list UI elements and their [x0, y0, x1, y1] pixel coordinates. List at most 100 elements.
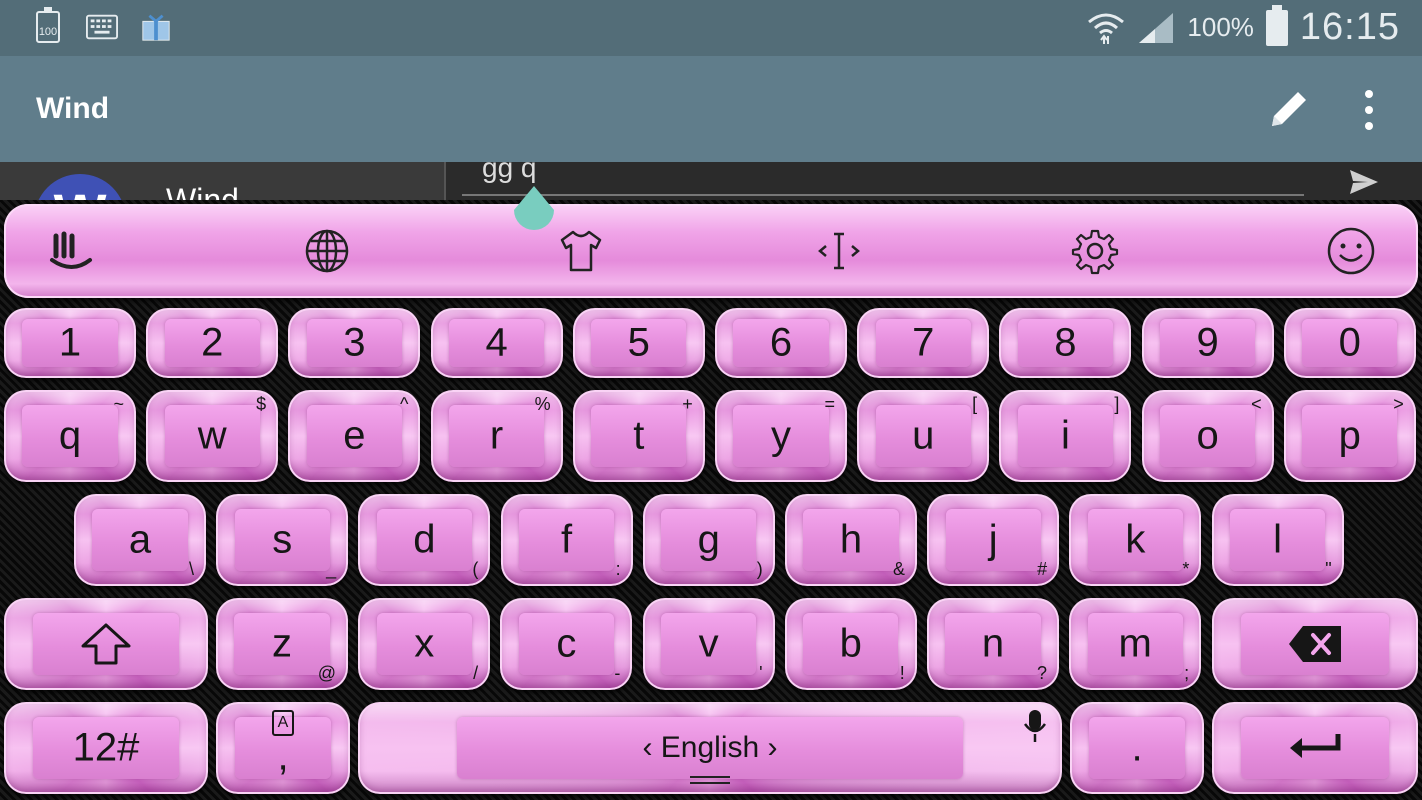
key-h[interactable]: h & — [785, 494, 917, 586]
key-5[interactable]: 5 — [572, 308, 705, 378]
message-input[interactable]: gg q — [462, 162, 1304, 196]
keyboard-toolbar — [4, 204, 1418, 298]
key-secondary-label: ' — [759, 663, 763, 683]
symbols-key[interactable]: 12# — [4, 702, 208, 794]
space-language-label: ‹ English › — [642, 731, 778, 764]
key-secondary-label: ^ — [399, 394, 409, 414]
key-6[interactable]: 6 — [715, 308, 847, 378]
key-label: f — [561, 517, 573, 562]
key-secondary-label: > — [1393, 394, 1404, 414]
key-n[interactable]: n? — [927, 598, 1059, 690]
key-g[interactable]: g) — [642, 494, 775, 586]
key-label: , — [277, 734, 289, 779]
key-secondary-label: ! — [899, 663, 905, 683]
comma-key[interactable]: ,A — [216, 702, 350, 794]
key-secondary-label: [ — [972, 394, 978, 414]
battery-icon — [1265, 4, 1288, 46]
space-handle-icon — [690, 776, 730, 784]
key-9[interactable]: 9 — [1141, 308, 1274, 378]
key-label: i — [1060, 413, 1070, 458]
cursor-handle-icon[interactable] — [511, 186, 557, 238]
key-secondary-label: ] — [1114, 394, 1120, 414]
key-j[interactable]: j # — [927, 494, 1060, 586]
key-label: x — [414, 621, 435, 666]
key-label: z — [272, 621, 292, 666]
key-y[interactable]: y = — [715, 390, 847, 482]
key-o[interactable]: o < — [1141, 390, 1274, 482]
globe-icon[interactable] — [302, 226, 352, 276]
key-2[interactable]: 2 — [146, 308, 279, 378]
key-7[interactable]: 7 — [857, 308, 990, 378]
key-b[interactable]: b! — [784, 598, 917, 690]
key-z[interactable]: z @ — [216, 598, 348, 690]
space-key[interactable]: ‹ English › — [358, 702, 1062, 794]
key-q[interactable]: q ~ — [4, 390, 136, 482]
key-secondary-label: = — [824, 394, 835, 414]
more-vert-icon[interactable] — [1354, 88, 1384, 132]
key-label: t — [633, 413, 645, 458]
key-secondary-label: @ — [317, 663, 336, 683]
key-l[interactable]: l " — [1211, 494, 1344, 586]
key-label: j — [988, 517, 998, 562]
key-e[interactable]: e ^ — [288, 390, 421, 482]
clock-time: 16:15 — [1299, 6, 1400, 48]
key-3[interactable]: 3 — [288, 308, 421, 378]
key-secondary-label: ; — [1184, 663, 1190, 683]
key-label: 6 — [769, 320, 793, 365]
key-label: 0 — [1338, 320, 1361, 365]
period-key[interactable]: . — [1070, 702, 1204, 794]
key-x[interactable]: x / — [358, 598, 491, 690]
key-d[interactable]: d( — [358, 494, 491, 586]
key-u[interactable]: u[ — [857, 390, 990, 482]
signal-icon — [1139, 12, 1174, 43]
emoji-smile-icon[interactable] — [1326, 226, 1376, 276]
key-w[interactable]: w $ — [146, 390, 279, 482]
key-secondary-label: \ — [188, 559, 194, 579]
key-r[interactable]: r% — [430, 390, 563, 482]
key-label: 2 — [201, 320, 224, 365]
shift-key[interactable] — [4, 598, 208, 690]
key-secondary-label: / — [473, 663, 479, 683]
key-s[interactable]: s _ — [216, 494, 349, 586]
key-f[interactable]: f: — [500, 494, 633, 586]
key-m[interactable]: m; — [1069, 598, 1202, 690]
gift-box-icon — [140, 10, 172, 44]
key-secondary-label: " — [1325, 559, 1332, 579]
key-label: 12# — [72, 725, 140, 770]
backspace-key[interactable] — [1212, 598, 1418, 690]
key-secondary-label: ? — [1036, 663, 1047, 683]
key-i[interactable]: i] — [999, 390, 1132, 482]
battery-100-icon: 100 — [32, 7, 64, 44]
key-t[interactable]: t + — [572, 390, 705, 482]
microphone-icon — [1023, 710, 1047, 742]
key-secondary-label: % — [534, 394, 551, 414]
key-label: 8 — [1054, 320, 1077, 365]
key-0[interactable]: 0 — [1283, 308, 1416, 378]
key-label: r — [489, 413, 504, 458]
key-p[interactable]: p > — [1283, 390, 1416, 482]
key-c[interactable]: c- — [500, 598, 633, 690]
key-1[interactable]: 1 — [4, 308, 136, 378]
edit-pencil-icon[interactable] — [1266, 86, 1312, 132]
key-label: n — [981, 621, 1005, 666]
key-v[interactable]: v ' — [642, 598, 775, 690]
key-label: b — [839, 621, 862, 666]
tshirt-theme-icon[interactable] — [556, 226, 606, 276]
enter-key[interactable] — [1212, 702, 1418, 794]
key-k[interactable]: k * — [1069, 494, 1202, 586]
key-label: 3 — [343, 320, 366, 365]
key-a[interactable]: a \ — [74, 494, 206, 586]
key-8[interactable]: 8 — [999, 308, 1132, 378]
key-secondary-label: ( — [472, 559, 479, 579]
shift-arrow-icon — [81, 623, 131, 665]
cursor-edit-icon[interactable] — [814, 226, 864, 276]
key-secondary-label: * — [1182, 559, 1190, 579]
key-secondary-label: # — [1037, 559, 1048, 579]
key-4[interactable]: 4 — [430, 308, 563, 378]
settings-gear-icon[interactable] — [1070, 226, 1120, 276]
send-icon[interactable] — [1348, 166, 1380, 198]
touchpal-logo-icon[interactable] — [46, 226, 96, 276]
backspace-icon — [1289, 626, 1341, 662]
status-bar: 100 100% 16:15 — [0, 0, 1422, 56]
key-label: h — [839, 517, 863, 562]
